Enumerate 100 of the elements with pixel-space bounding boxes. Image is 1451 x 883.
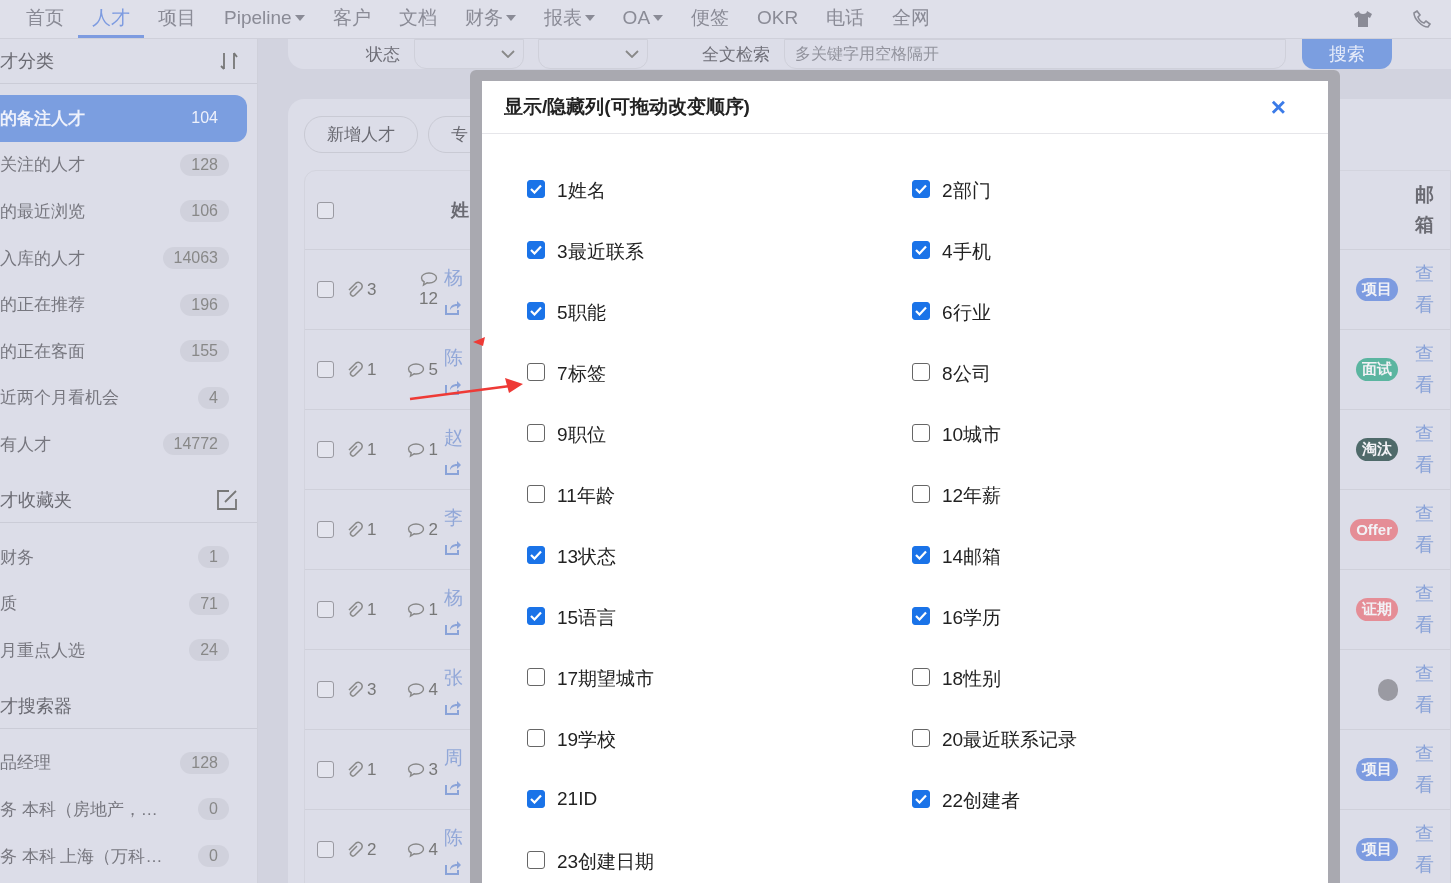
sidebar-item[interactable]: 质 71 — [0, 580, 247, 627]
checkbox[interactable] — [317, 441, 334, 458]
column-option[interactable]: 13状态 — [557, 544, 617, 570]
checkbox[interactable] — [527, 851, 545, 869]
checkbox[interactable] — [912, 363, 930, 381]
sort-icon[interactable] — [219, 50, 239, 72]
checkbox[interactable] — [527, 546, 545, 564]
view-link[interactable]: 查看 — [1414, 819, 1434, 880]
column-option[interactable]: 3最近联系 — [557, 239, 644, 265]
checkbox[interactable] — [527, 302, 545, 320]
column-option[interactable]: 1姓名 — [557, 178, 606, 204]
search-button[interactable]: 搜索 — [1302, 39, 1392, 69]
checkbox[interactable] — [527, 729, 545, 747]
checkbox[interactable] — [912, 485, 930, 503]
view-link[interactable]: 查看 — [1414, 259, 1434, 320]
edit-icon[interactable] — [215, 487, 239, 512]
checkbox[interactable] — [317, 761, 334, 778]
checkbox[interactable] — [317, 601, 334, 618]
dropdown-field[interactable] — [414, 39, 524, 69]
nav-tab[interactable]: OA — [608, 0, 678, 38]
column-option[interactable]: 17期望城市 — [557, 666, 655, 692]
column-option[interactable]: 9职位 — [557, 422, 606, 448]
checkbox[interactable] — [912, 241, 930, 259]
nav-tab[interactable]: Pipeline — [210, 0, 319, 38]
checkbox[interactable] — [317, 361, 334, 378]
dropdown-field[interactable] — [538, 39, 648, 69]
checkbox[interactable] — [912, 180, 930, 198]
nav-tab[interactable]: 电话 — [812, 0, 879, 38]
column-option[interactable]: 7标签 — [557, 361, 606, 387]
view-link[interactable]: 查看 — [1414, 739, 1434, 800]
checkbox[interactable] — [912, 729, 930, 747]
sidebar-item[interactable]: 品经理 128 — [0, 739, 247, 787]
sidebar-item[interactable]: 月重点人选 24 — [0, 626, 247, 674]
column-option[interactable]: 23创建日期 — [557, 849, 655, 875]
sidebar-item[interactable]: 近两个月看机会 4 — [0, 374, 247, 422]
checkbox[interactable] — [912, 668, 930, 686]
checkbox[interactable] — [317, 201, 334, 219]
checkbox[interactable] — [317, 281, 334, 298]
nav-tab[interactable]: 报表 — [529, 0, 609, 38]
nav-tab[interactable]: OKR — [743, 0, 813, 38]
checkbox[interactable] — [912, 546, 930, 564]
column-option[interactable]: 14邮箱 — [942, 544, 1002, 570]
sidebar-item[interactable]: 的正在推荐 196 — [0, 281, 247, 328]
search-field[interactable]: 多关键字用空格隔开 — [784, 39, 1286, 69]
column-option[interactable]: 18性别 — [942, 666, 1002, 692]
sidebar-item[interactable]: 的备注人才 104 — [0, 95, 247, 142]
checkbox[interactable] — [527, 363, 545, 381]
column-option[interactable]: 19学校 — [557, 727, 617, 753]
column-option[interactable]: 10城市 — [942, 422, 1002, 448]
nav-tab[interactable]: 文档 — [384, 0, 451, 38]
view-link[interactable]: 查看 — [1414, 339, 1434, 400]
nav-tab[interactable]: 首页 — [12, 0, 78, 38]
sidebar-item[interactable]: 财务 1 — [0, 533, 247, 581]
column-option[interactable]: 2部门 — [942, 178, 991, 204]
close-button[interactable]: × — [1266, 94, 1290, 120]
share-icon[interactable] — [444, 378, 462, 395]
phone-icon[interactable] — [1413, 10, 1431, 28]
nav-tab[interactable]: 全网 — [878, 0, 945, 38]
sidebar-item[interactable]: 有人才 14772 — [0, 421, 247, 468]
view-link[interactable]: 查看 — [1414, 579, 1434, 640]
nav-tab[interactable]: 客户 — [318, 0, 385, 38]
checkbox[interactable] — [527, 668, 545, 686]
column-option[interactable]: 16学历 — [942, 605, 1002, 631]
sidebar-item[interactable]: 的正在客面 155 — [0, 327, 247, 375]
column-option[interactable]: 4手机 — [942, 239, 991, 265]
sidebar-item[interactable]: 务 本科 上海（万科… 0 — [0, 832, 247, 880]
column-option[interactable]: 12年薪 — [942, 483, 1002, 509]
checkbox[interactable] — [912, 790, 930, 808]
sidebar-item[interactable]: 的最近浏览 106 — [0, 188, 247, 235]
column-option[interactable]: 15语言 — [557, 605, 617, 631]
column-option[interactable]: 5职能 — [557, 300, 606, 326]
checkbox[interactable] — [317, 521, 334, 538]
nav-tab[interactable]: 财务 — [450, 0, 530, 38]
column-option[interactable]: 20最近联系记录 — [942, 727, 1078, 753]
sidebar-item[interactable]: 入库的人才 14063 — [0, 234, 247, 282]
checkbox[interactable] — [527, 607, 545, 625]
checkbox[interactable] — [912, 424, 930, 442]
shirt-icon[interactable] — [1353, 10, 1373, 28]
sidebar-item[interactable]: 关注的人才 128 — [0, 141, 247, 189]
view-link[interactable]: 查看 — [1414, 499, 1434, 560]
checkbox[interactable] — [912, 302, 930, 320]
checkbox[interactable] — [912, 607, 930, 625]
checkbox[interactable] — [527, 790, 545, 808]
view-link[interactable]: 查看 — [1414, 419, 1434, 480]
nav-tab[interactable]: 便签 — [677, 0, 744, 38]
toolbar-button[interactable]: 新增人才 — [304, 116, 418, 153]
checkbox[interactable] — [527, 485, 545, 503]
nav-tab[interactable]: 项目 — [144, 0, 210, 38]
column-option[interactable]: 11年龄 — [557, 483, 615, 509]
checkbox[interactable] — [527, 241, 545, 259]
view-link[interactable]: 查看 — [1414, 659, 1434, 720]
checkbox[interactable] — [317, 681, 334, 698]
checkbox[interactable] — [317, 841, 334, 858]
column-option[interactable]: 22创建者 — [942, 788, 1021, 814]
column-option[interactable]: 6行业 — [942, 300, 991, 326]
checkbox[interactable] — [527, 180, 545, 198]
checkbox[interactable] — [527, 424, 545, 442]
sidebar-item[interactable]: 务 本科（房地产，… 0 — [0, 786, 247, 833]
column-option[interactable]: 21ID — [557, 788, 598, 810]
column-option[interactable]: 8公司 — [942, 361, 991, 387]
